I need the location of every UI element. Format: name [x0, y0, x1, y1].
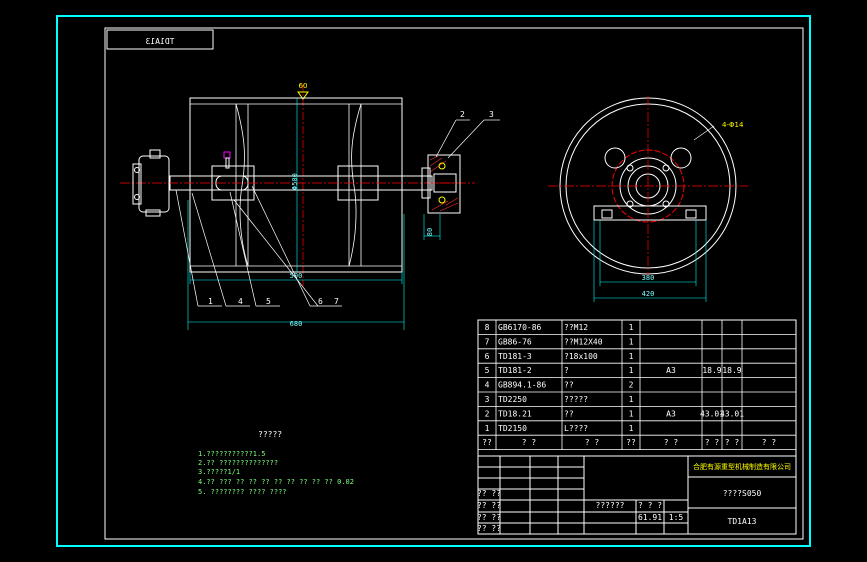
- bom-row-no: 1: [485, 424, 490, 433]
- bom-row-weight: 18.9: [702, 366, 721, 375]
- bom-row-qty: 2: [629, 381, 634, 390]
- bom-row-total: 18.9: [722, 366, 741, 375]
- hub-width-dim: 80: [426, 228, 434, 236]
- callout-5: 5: [266, 297, 271, 306]
- holes-dim: 4-Φ14: [722, 121, 744, 129]
- stage-label: ??????: [596, 501, 625, 510]
- drawing-sheet: TD1A13 60 Φ500 500 680 80 2 3 1 4 5 6 7 …: [56, 15, 811, 547]
- bom-row-qty: 1: [629, 352, 634, 361]
- bom-row-name: ?????: [564, 395, 588, 404]
- overall-length-dim: 680: [290, 320, 303, 328]
- callout-1: 1: [208, 297, 213, 306]
- tb-row-3: ?? ??: [477, 513, 501, 522]
- bom-row-code: GB6170-86: [498, 323, 542, 332]
- bom-row-qty: 1: [629, 366, 634, 375]
- bom-row-no: 2: [485, 409, 490, 418]
- bom-row-total: 43.01: [720, 409, 744, 418]
- weight-value: 61.91: [638, 513, 662, 522]
- bom-row-name: ?: [564, 366, 569, 375]
- callout-6: 6: [318, 297, 323, 306]
- callout-4: 4: [238, 297, 243, 306]
- top-mark-text: 60: [299, 82, 308, 90]
- drawing-name: ????S050: [723, 489, 762, 498]
- tb-row-2: ?? ??: [477, 501, 501, 510]
- bom-row-name: ??: [564, 381, 574, 390]
- bom-row-code: GB86-76: [498, 337, 532, 346]
- bom-row-name: ?18x100: [564, 352, 598, 361]
- bom-header-cell: ? ?: [522, 438, 537, 447]
- bom-header-cell: ? ?: [664, 438, 679, 447]
- bom-row-code: TD181-2: [498, 366, 532, 375]
- bom-row-no: 7: [485, 337, 490, 346]
- bom-row-code: TD18.21: [498, 409, 532, 418]
- bom-row-qty: 1: [629, 395, 634, 404]
- right-bearing: [421, 154, 461, 214]
- callout-2: 2: [460, 110, 465, 119]
- bom-row-qty: 1: [629, 409, 634, 418]
- note-line-1: 1.???????????1.5: [198, 450, 265, 458]
- bom-row-qty: 1: [629, 323, 634, 332]
- bom-row-no: 6: [485, 352, 490, 361]
- bom-row-no: 5: [485, 366, 490, 375]
- title-block: 合肥有源重型机械制造有限公司 ????S050 TD1A13 61.91 1:5…: [477, 455, 797, 535]
- bom-row-material: A3: [666, 366, 676, 375]
- bom-row-name: ??: [564, 409, 574, 418]
- bom-header-cell: ? ?: [725, 438, 740, 447]
- company-name: 合肥有源重型机械制造有限公司: [693, 462, 791, 471]
- drum-dia-dim: Φ500: [291, 173, 299, 190]
- callout-7: 7: [334, 297, 339, 306]
- scale-value: 1:5: [669, 513, 684, 522]
- tb-row-4: ?? ??: [477, 524, 501, 533]
- base-inner-dim: 380: [642, 274, 655, 282]
- note-line-3: 3.?????1/1: [198, 468, 240, 476]
- bom-header-cell: ? ?: [705, 438, 720, 447]
- bom-row-code: TD2250: [498, 395, 527, 404]
- bom-row-no: 3: [485, 395, 490, 404]
- notes-title: ?????: [258, 430, 282, 439]
- bom-row-name: ??M12: [564, 323, 588, 332]
- bom-header-cell: ? ?: [762, 438, 777, 447]
- note-line-5: 5. ???????? ???? ????: [198, 488, 287, 496]
- tb-row-1: ?? ??: [477, 489, 501, 498]
- callout-3: 3: [489, 110, 494, 119]
- bom-header-cell: ??: [626, 438, 636, 447]
- weight-label: ? ? ?: [638, 501, 662, 510]
- mirrored-title: TD1A13: [106, 29, 214, 50]
- bom-header-cell: ??: [482, 438, 492, 447]
- bom-row-name: ??M12X40: [564, 337, 603, 346]
- bom-row-qty: 1: [629, 337, 634, 346]
- bom-row-code: TD181-3: [498, 352, 532, 361]
- drawing-code: TD1A13: [728, 517, 757, 526]
- bom-row-no: 4: [485, 381, 490, 390]
- note-line-2: 2.?? ??????????????: [198, 459, 278, 467]
- bom-row-code: TD2150: [498, 424, 527, 433]
- bom-row-name: L????: [564, 424, 588, 433]
- bom-row-material: A3: [666, 409, 676, 418]
- side-view: 4-Φ14 380 420: [548, 96, 748, 302]
- bom-row-no: 8: [485, 323, 490, 332]
- note-line-4: 4.?? ??? ?? ?? ?? ?? ?? ?? ?? ?? 0.02: [198, 478, 354, 486]
- bom-row-code: GB894.1-86: [498, 381, 546, 390]
- front-view: 60 Φ500 500 680 80 2 3 1 4 5 6 7: [120, 82, 500, 330]
- bom-row-qty: 1: [629, 424, 634, 433]
- bom-table: 8 GB6170-86 ??M12 1 7 GB86-76 ??M12X40 1 6 TD181-…: [477, 319, 797, 457]
- mirrored-title-text: TD1A13: [145, 37, 174, 46]
- base-outer-dim: 420: [642, 290, 655, 298]
- cad-viewport[interactable]: TD1A13 60 Φ500 500 680 80 2 3 1 4 5 6 7 …: [0, 0, 867, 562]
- technical-notes: ????? 1.???????????1.5 2.?? ????????????…: [198, 430, 354, 496]
- bom-header-cell: ? ?: [585, 438, 600, 447]
